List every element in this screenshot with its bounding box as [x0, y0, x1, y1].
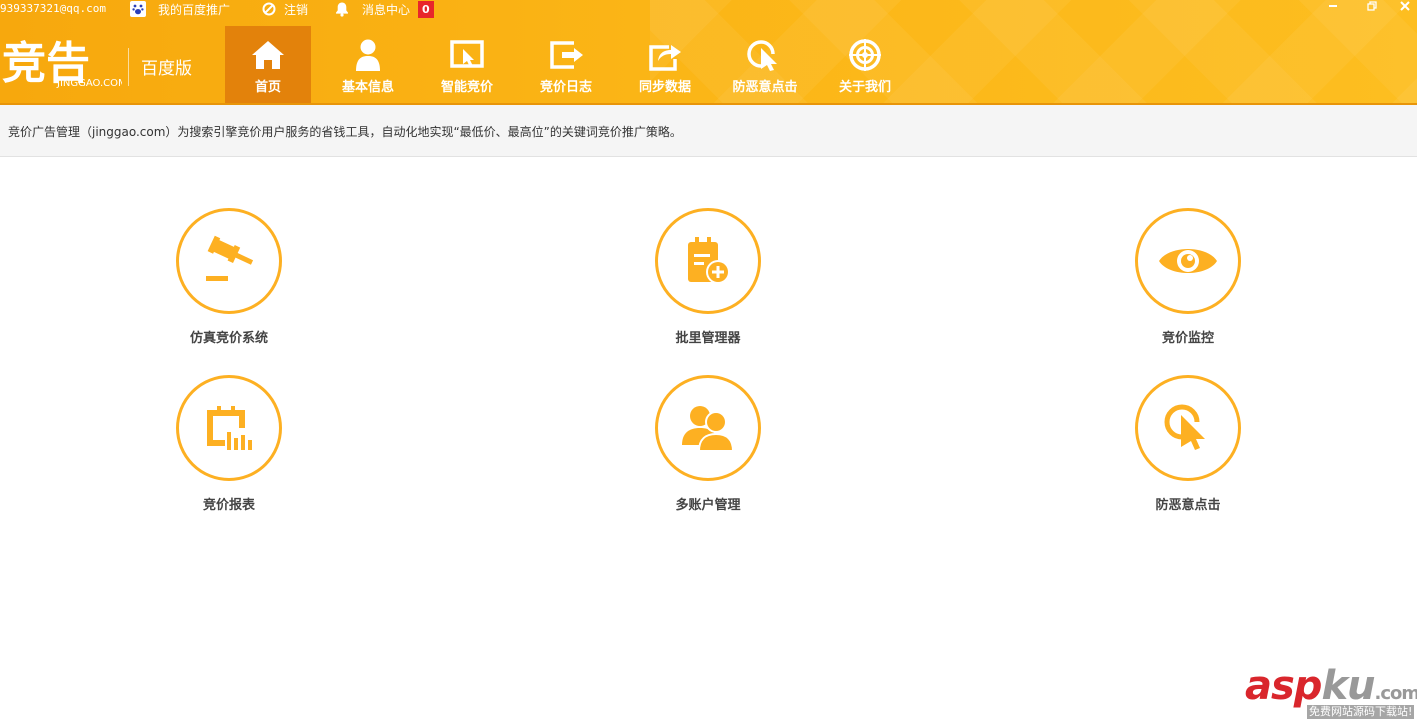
share-icon	[647, 38, 683, 72]
users-icon	[682, 406, 735, 452]
feature-label: 多账户管理	[675, 498, 741, 513]
aspku-brand-c: .com	[1374, 683, 1417, 704]
nav-home[interactable]: 首页	[225, 26, 311, 103]
feature-bid-report[interactable]: 竞价报表	[129, 375, 329, 525]
smart-bid-icon	[449, 38, 485, 72]
eye-icon	[1159, 249, 1217, 273]
feature-icon-circle	[1135, 375, 1241, 481]
aspku-brand-b: ku	[1321, 663, 1375, 709]
ban-icon	[262, 2, 276, 16]
restore-button[interactable]	[1361, 0, 1383, 14]
nav-bid-log[interactable]: 竞价日志	[523, 26, 609, 103]
app-logo: 竞告 JINGGAO.COM	[2, 36, 127, 89]
account-email: 939337321@qq.com	[0, 2, 106, 15]
click-cursor-icon	[1164, 404, 1205, 450]
aspku-tagline: 免费网站源码下载站!	[1307, 705, 1415, 719]
minimize-button[interactable]	[1322, 0, 1344, 14]
gavel-icon	[206, 235, 254, 281]
close-icon	[1400, 1, 1410, 11]
nav-sync-data[interactable]: 同步数据	[622, 26, 708, 103]
message-center-label: 消息中心	[362, 2, 411, 17]
nav-sync-data-label: 同步数据	[638, 80, 691, 95]
feature-label: 批里管理器	[675, 331, 741, 346]
info-bar: 竞价广告管理（jinggao.com）为搜索引擎竞价用户服务的省钱工具，自动化地…	[0, 105, 1417, 157]
feature-anti-fraud-click[interactable]: 防恶意点击	[1088, 375, 1288, 525]
logout-label: 注销	[284, 2, 309, 17]
log-icon	[548, 38, 584, 72]
restore-icon	[1367, 1, 1377, 11]
feature-label: 竞价监控	[1161, 331, 1214, 346]
feature-simulated-bidding[interactable]: 仿真竞价系统	[129, 208, 329, 358]
nav-smart-bid[interactable]: 智能竞价	[424, 26, 510, 103]
nav-home-label: 首页	[254, 80, 281, 95]
my-promo-label: 我的百度推广	[158, 2, 231, 17]
feature-multi-account[interactable]: 多账户管理	[608, 375, 808, 525]
feature-label: 防恶意点击	[1155, 498, 1221, 513]
logout-link[interactable]: 注销	[262, 0, 308, 18]
clipboard-add-icon	[688, 237, 730, 284]
nav-anti-fraud-click-label: 防恶意点击	[732, 80, 798, 95]
logo-divider	[128, 48, 129, 86]
nav-anti-fraud-click[interactable]: 防恶意点击	[722, 26, 808, 103]
message-center-link[interactable]: 消息中心 0	[334, 0, 434, 18]
bell-icon	[336, 2, 348, 17]
feature-icon-circle	[176, 208, 282, 314]
click-cursor-icon	[747, 38, 783, 72]
target-icon	[847, 38, 883, 72]
nav-smart-bid-label: 智能竞价	[440, 80, 493, 95]
baidu-paw-icon	[130, 1, 146, 17]
nav-about-us-label: 关于我们	[838, 80, 891, 95]
aspku-watermark: aspku.com 免费网站源码下载站!	[1245, 663, 1417, 720]
feature-batch-manager[interactable]: 批里管理器	[608, 208, 808, 358]
product-description: 竞价广告管理（jinggao.com）为搜索引擎竞价用户服务的省钱工具，自动化地…	[8, 125, 682, 139]
user-icon	[350, 38, 386, 72]
message-count-badge: 0	[418, 0, 434, 18]
my-promo-link[interactable]: 我的百度推广	[130, 0, 230, 18]
feature-label: 仿真竞价系统	[189, 331, 268, 346]
minimize-icon	[1329, 5, 1337, 7]
feature-icon-circle	[176, 375, 282, 481]
nav-basic-info-label: 基本信息	[341, 80, 394, 95]
home-icon	[250, 38, 286, 72]
nav-bid-log-label: 竞价日志	[539, 80, 592, 95]
nav-about-us[interactable]: 关于我们	[822, 26, 908, 103]
feature-icon-circle	[655, 208, 761, 314]
report-chart-icon	[207, 406, 252, 450]
logo-mark: 竞告 JINGGAO.COM	[2, 38, 127, 89]
feature-icon-circle	[1135, 208, 1241, 314]
logo-sub: JINGGAO.COM	[56, 78, 122, 88]
aspku-brand-a: asp	[1245, 663, 1322, 709]
feature-label: 竞价报表	[202, 498, 255, 513]
nav-basic-info[interactable]: 基本信息	[325, 26, 411, 103]
feature-bid-monitor[interactable]: 竞价监控	[1088, 208, 1288, 358]
edition-label: 百度版	[141, 59, 192, 79]
feature-icon-circle	[655, 375, 761, 481]
close-button[interactable]	[1394, 0, 1416, 14]
